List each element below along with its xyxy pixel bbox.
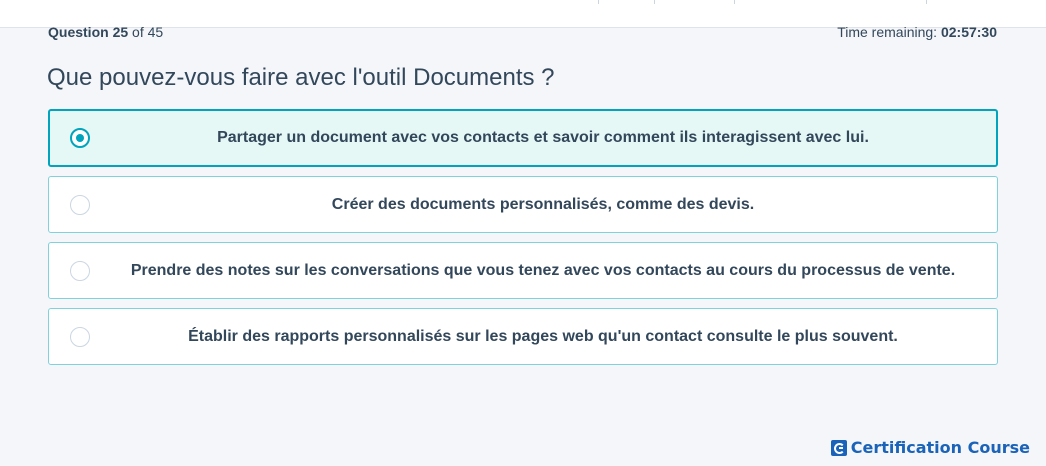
question-of-label: of [132,24,144,40]
question-current-number: 25 [112,24,129,40]
answer-options-list: Partager un document avec vos contacts e… [48,109,998,374]
question-counter: Question 25 of 45 [48,24,163,40]
radio-selected-icon[interactable] [70,128,90,148]
time-remaining-value: 02:57:30 [940,24,997,40]
certification-course-watermark: Certification Course [830,438,1030,457]
brand-c-icon [830,439,847,456]
time-remaining-label: Time remaining: [837,24,938,40]
answer-option-label: Prendre des notes sur les conversations … [130,261,956,279]
answer-option-label: Partager un document avec vos contacts e… [217,129,869,146]
nav-divider [926,0,927,4]
nav-divider [598,0,599,4]
radio-unselected-icon[interactable] [70,326,90,347]
time-remaining: Time remaining: 02:57:30 [837,24,997,40]
radio-unselected-icon[interactable] [70,260,90,281]
answer-option-label: Créer des documents personnalisés, comme… [331,195,755,213]
answer-option-label: Établir des rapports personnalisés sur l… [188,327,898,345]
watermark-text: Certification Course [850,438,1030,457]
answer-option-2[interactable]: Créer des documents personnalisés, comme… [48,176,998,233]
question-total-number: 45 [147,24,164,40]
radio-dot [76,134,84,142]
nav-divider [654,0,655,4]
answer-option-4[interactable]: Établir des rapports personnalisés sur l… [48,308,998,365]
answer-option-3[interactable]: Prendre des notes sur les conversations … [48,242,998,299]
answer-option-1[interactable]: Partager un document avec vos contacts e… [48,109,998,167]
question-text: Que pouvez-vous faire avec l'outil Docum… [47,64,555,91]
radio-unselected-icon[interactable] [70,194,90,215]
quiz-meta-row: Question 25 of 45 Time remaining: 02:57:… [48,24,997,42]
nav-divider [734,0,735,4]
question-counter-label: Question [48,24,109,40]
